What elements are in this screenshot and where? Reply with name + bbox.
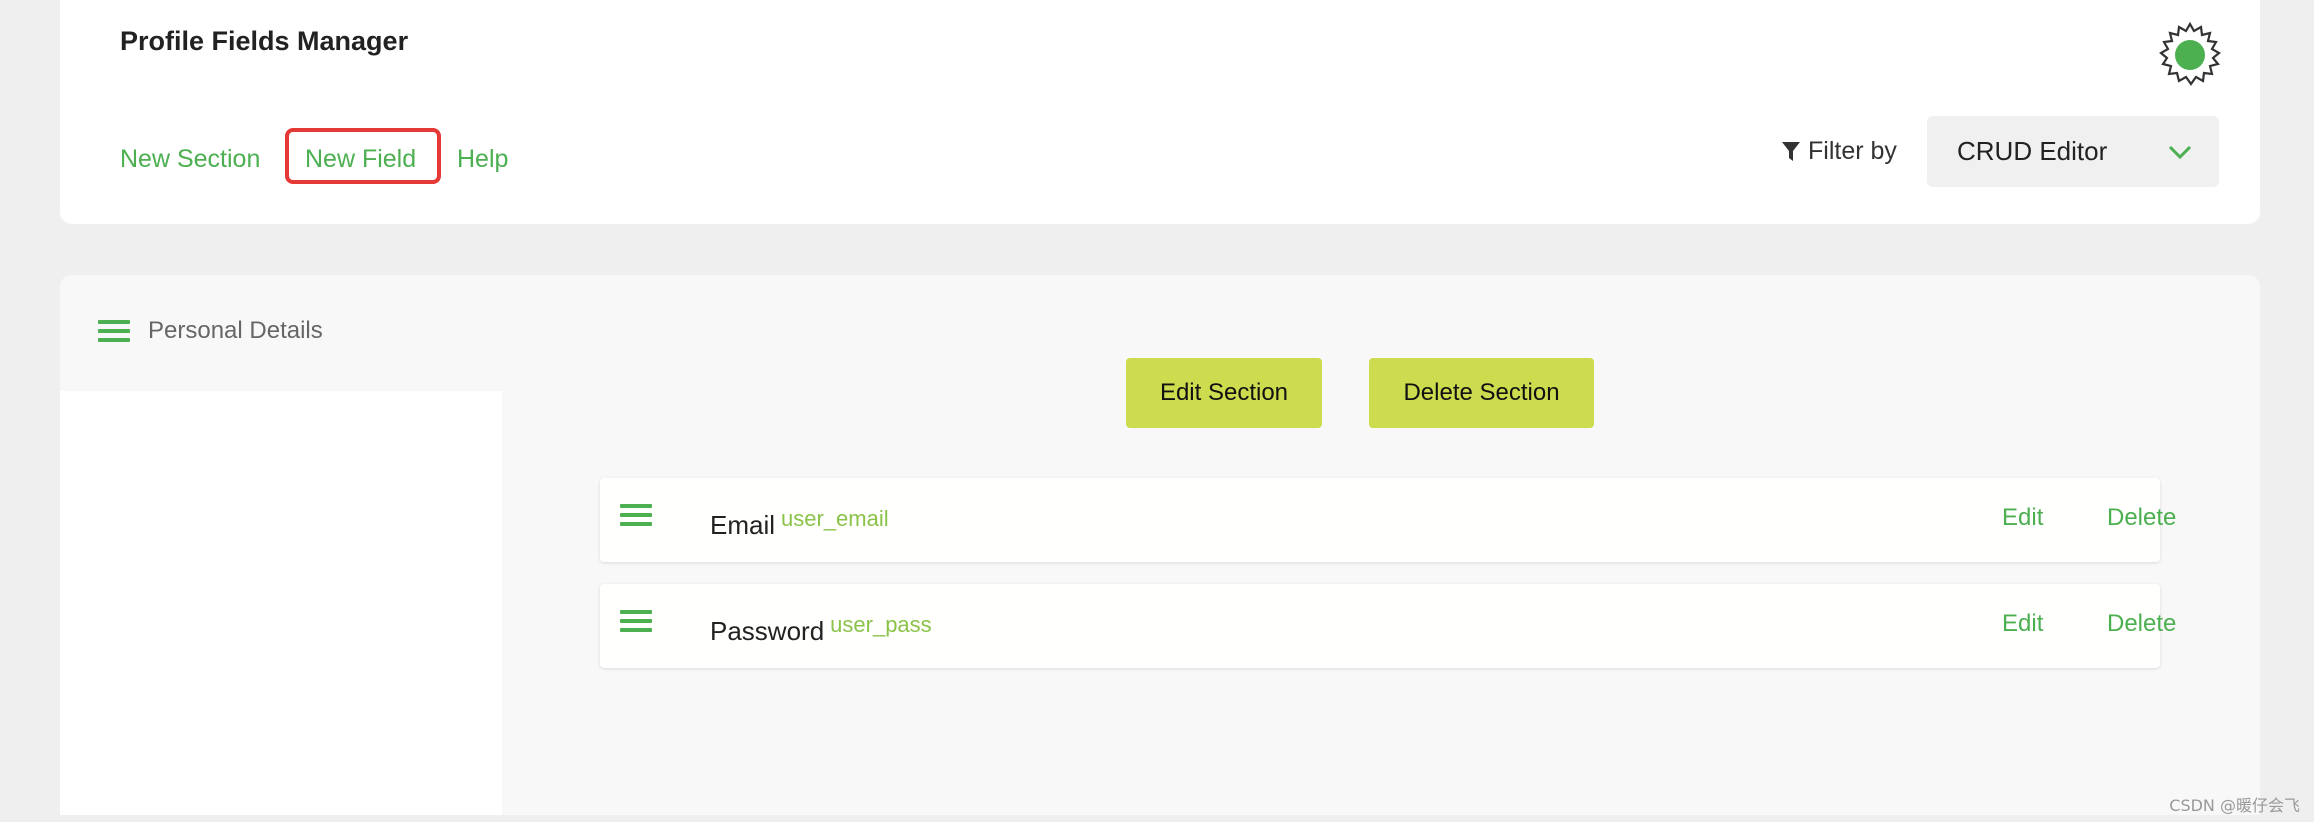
filter-label: Filter by — [1782, 137, 1897, 166]
gear-icon[interactable] — [2155, 20, 2225, 90]
new-field-link[interactable]: New Field — [305, 145, 416, 174]
drag-handle-icon[interactable] — [620, 504, 652, 526]
chevron-down-icon — [2168, 145, 2192, 160]
drag-handle-icon[interactable] — [620, 610, 652, 632]
help-link[interactable]: Help — [457, 145, 508, 174]
section-header: Personal Details — [98, 317, 323, 345]
filter-select[interactable]: CRUD Editor — [1927, 116, 2219, 187]
field-name: Password — [710, 616, 825, 646]
drag-handle-icon[interactable] — [98, 320, 130, 342]
filter-icon — [1782, 141, 1800, 161]
field-name-row: Password user_pass — [710, 612, 932, 647]
edit-field-link[interactable]: Edit — [2002, 610, 2043, 638]
edit-section-button[interactable]: Edit Section — [1126, 358, 1322, 428]
field-name-row: Email user_email — [710, 506, 889, 541]
delete-section-button[interactable]: Delete Section — [1369, 358, 1594, 428]
field-key: user_email — [781, 506, 889, 531]
filter-selected-value: CRUD Editor — [1957, 136, 2108, 166]
filter-label-text: Filter by — [1808, 137, 1897, 165]
watermark: CSDN @暖仔会飞 — [2169, 796, 2300, 815]
field-row: Email user_email Edit Delete — [600, 478, 2176, 562]
edit-field-link[interactable]: Edit — [2002, 504, 2043, 532]
section-name: Personal Details — [148, 317, 323, 344]
section-sidebar — [60, 391, 502, 815]
section-card: Personal Details Edit Section Delete Sec… — [60, 275, 2260, 815]
delete-field-link[interactable]: Delete — [2107, 610, 2176, 638]
delete-field-link[interactable]: Delete — [2107, 504, 2176, 532]
header-card: Profile Fields Manager New Section New F… — [60, 0, 2260, 224]
field-name: Email — [710, 510, 776, 540]
field-row: Password user_pass Edit Delete — [600, 584, 2176, 668]
new-section-link[interactable]: New Section — [120, 145, 260, 174]
field-key: user_pass — [830, 612, 932, 637]
page-title: Profile Fields Manager — [120, 26, 409, 56]
